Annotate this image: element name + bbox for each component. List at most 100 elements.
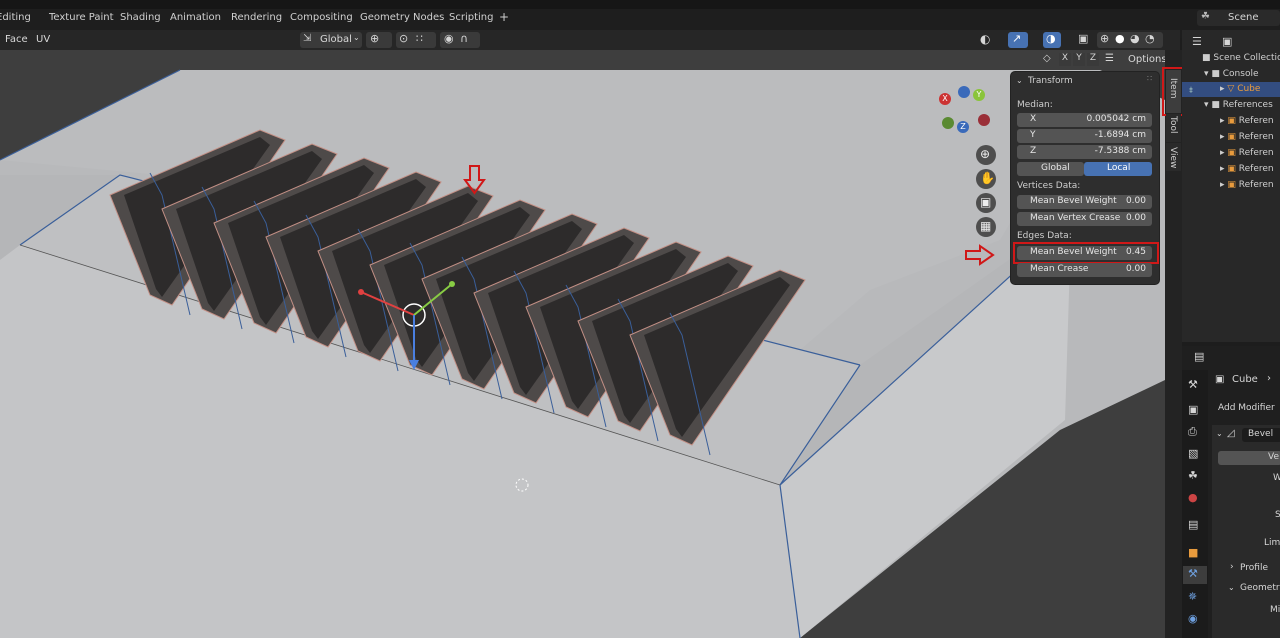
physics-tab-icon[interactable]: ◉ (1188, 612, 1198, 625)
x-mirror-toggle[interactable]: X (1059, 53, 1071, 66)
add-workspace-button[interactable]: + (499, 10, 509, 24)
gizmo-toggle[interactable]: ↗ (1008, 32, 1028, 48)
tool-tab-icon[interactable]: ⚒ (1188, 378, 1198, 391)
outliner-row-scene-collection[interactable]: ■ Scene Collection (1202, 51, 1280, 66)
proportional-edit[interactable]: ◉ ∩ (440, 32, 480, 48)
vertices-data-label: Vertices Data: (1017, 181, 1081, 191)
pivot-dropdown[interactable]: ⊕ (366, 32, 392, 48)
outliner-row-reference[interactable]: ▸ ▣ Referen (1220, 114, 1274, 129)
neg-z-handle[interactable] (958, 86, 970, 98)
collapse-icon[interactable]: ⌄ (1216, 429, 1223, 438)
auto-merge-icon[interactable]: ☰ (1105, 53, 1114, 64)
affect-label: Ve (1268, 452, 1279, 462)
outliner-row-console[interactable]: ▾ ■ Console (1204, 67, 1259, 82)
magnet-icon: ⊙ (399, 32, 409, 45)
edge-crease-field[interactable]: Mean Crease 0.00 (1017, 263, 1152, 277)
scene-selector[interactable]: ☘ Scene (1197, 10, 1280, 26)
neg-x-handle[interactable] (978, 114, 990, 126)
cube-object-icon: ▣ (1215, 374, 1225, 385)
modifier-name-field[interactable]: Bevel (1242, 428, 1280, 442)
outliner-row-reference[interactable]: ▸ ▣ Referen (1220, 146, 1274, 161)
median-z-field[interactable]: Z -7.5388 cm (1017, 145, 1152, 159)
z-axis-handle[interactable]: Z (957, 121, 969, 133)
z-mirror-toggle[interactable]: Z (1087, 53, 1099, 66)
median-x-field[interactable]: X 0.005042 cm (1017, 113, 1152, 127)
collapse-icon[interactable]: ⌄ (1016, 76, 1023, 85)
view-layer-tab-icon[interactable]: ▧ (1188, 447, 1198, 460)
x-axis-handle[interactable]: X (939, 93, 951, 105)
object-tab-icon[interactable]: ■ (1188, 546, 1198, 559)
menu-face[interactable]: Face (5, 34, 28, 45)
perspective-toggle-button[interactable]: ▦ (976, 217, 996, 237)
tab-tool-label: Tool (1168, 116, 1178, 134)
filter-icon[interactable]: ▣ (1222, 35, 1232, 48)
render-tab-icon[interactable]: ▣ (1188, 403, 1198, 416)
geometry-section[interactable]: Geometry (1240, 583, 1280, 593)
display-mode-icon[interactable]: ☰ (1192, 35, 1202, 48)
outliner-row-references[interactable]: ▾ ■ References (1204, 98, 1273, 113)
global-toggle[interactable]: Global (1017, 162, 1084, 176)
outliner-row-reference[interactable]: ▸ ▣ Referen (1220, 162, 1274, 177)
outliner-label: Cube (1237, 84, 1261, 94)
navigation-gizmo[interactable]: X Y Z (936, 84, 996, 134)
median-y-field[interactable]: Y -1.6894 cm (1017, 129, 1152, 143)
tab-shading[interactable]: Shading (120, 12, 161, 23)
tab-scripting[interactable]: Scripting (449, 12, 493, 23)
gizmo-icon: ↗ (1012, 32, 1022, 45)
outliner-row-cube[interactable]: ▸ ▽ Cube (1220, 82, 1260, 97)
scene-tab-icon[interactable]: ☘ (1188, 469, 1198, 482)
world-tab-icon[interactable]: ● (1188, 491, 1198, 504)
particles-tab-icon[interactable]: ✵ (1188, 590, 1197, 603)
neg-y-handle[interactable] (942, 117, 954, 129)
properties-object-name: Cube (1232, 374, 1258, 385)
affect-vertices-toggle[interactable]: Ve (1218, 451, 1280, 465)
editor-type-icon[interactable]: ▤ (1194, 350, 1204, 363)
drag-handle-icon[interactable]: ∷ (1147, 74, 1152, 83)
visibility-icon[interactable]: ◐ (980, 32, 990, 46)
tab-animation[interactable]: Animation (170, 12, 221, 23)
modifier-tab[interactable]: ⚒ (1183, 566, 1207, 584)
zoom-button[interactable]: ⊕ (976, 145, 996, 165)
overlay-icon: ◑ (1046, 32, 1056, 45)
geometry-collapse-icon[interactable]: ⌄ (1228, 583, 1235, 592)
tab-view[interactable]: View (1166, 143, 1181, 171)
material-icon: ◕ (1130, 32, 1140, 45)
options-dropdown[interactable]: Options (1128, 54, 1167, 65)
tab-texture-paint[interactable]: Texture Paint (49, 12, 114, 23)
transform-header[interactable]: Transform (1028, 76, 1073, 86)
tab-tool[interactable]: Tool (1166, 114, 1181, 142)
tab-geometry-nodes[interactable]: Geometry Nodes (360, 12, 444, 23)
tab-rendering[interactable]: Rendering (231, 12, 282, 23)
grid-icon: ▦ (980, 219, 992, 233)
wrench-icon: ⚒ (1188, 567, 1198, 580)
output-tab-icon[interactable]: ⎙ (1188, 425, 1197, 439)
vertex-crease-value: 0.00 (1125, 213, 1146, 223)
vertex-bevel-weight-field[interactable]: Mean Bevel Weight 0.00 (1017, 195, 1152, 209)
xray-icon[interactable]: ▣ (1078, 32, 1088, 45)
y-mirror-toggle[interactable]: Y (1073, 53, 1085, 66)
outliner-label: Referen (1238, 164, 1274, 174)
local-toggle[interactable]: Local (1084, 162, 1152, 176)
tab-editing[interactable]: Editing (0, 12, 31, 23)
outliner-row-reference[interactable]: ▸ ▣ Referen (1220, 178, 1274, 193)
profile-expand-icon[interactable]: › (1230, 562, 1234, 572)
overlay-toggle[interactable]: ◑ (1043, 32, 1061, 48)
solid-icon: ● (1115, 32, 1125, 45)
3d-viewport[interactable]: X Y Z ⊕ ✋ ▣ ▦ (0, 50, 1165, 638)
orientation-label: Global (320, 34, 352, 45)
tab-compositing[interactable]: Compositing (290, 12, 353, 23)
camera-view-button[interactable]: ▣ (976, 193, 996, 213)
shading-modes[interactable]: ⊕ ● ◕ ◔ (1097, 32, 1163, 48)
vertex-crease-field[interactable]: Mean Vertex Crease 0.00 (1017, 212, 1152, 226)
y-axis-handle[interactable]: Y (973, 89, 985, 101)
profile-section[interactable]: Profile (1240, 563, 1268, 573)
pan-button[interactable]: ✋ (976, 169, 996, 189)
median-y-axis: Y (1030, 130, 1036, 140)
width-label: W (1273, 473, 1280, 483)
outliner-row-reference[interactable]: ▸ ▣ Referen (1220, 130, 1274, 145)
menu-uv[interactable]: UV (36, 34, 50, 45)
add-modifier-button[interactable]: Add Modifier (1218, 403, 1275, 413)
snap-toggle[interactable]: ⊙ ∷ (396, 32, 436, 48)
orientation-dropdown[interactable]: ⇲ Global ⌄ (300, 32, 362, 48)
collection-tab-icon[interactable]: ▤ (1188, 518, 1198, 531)
